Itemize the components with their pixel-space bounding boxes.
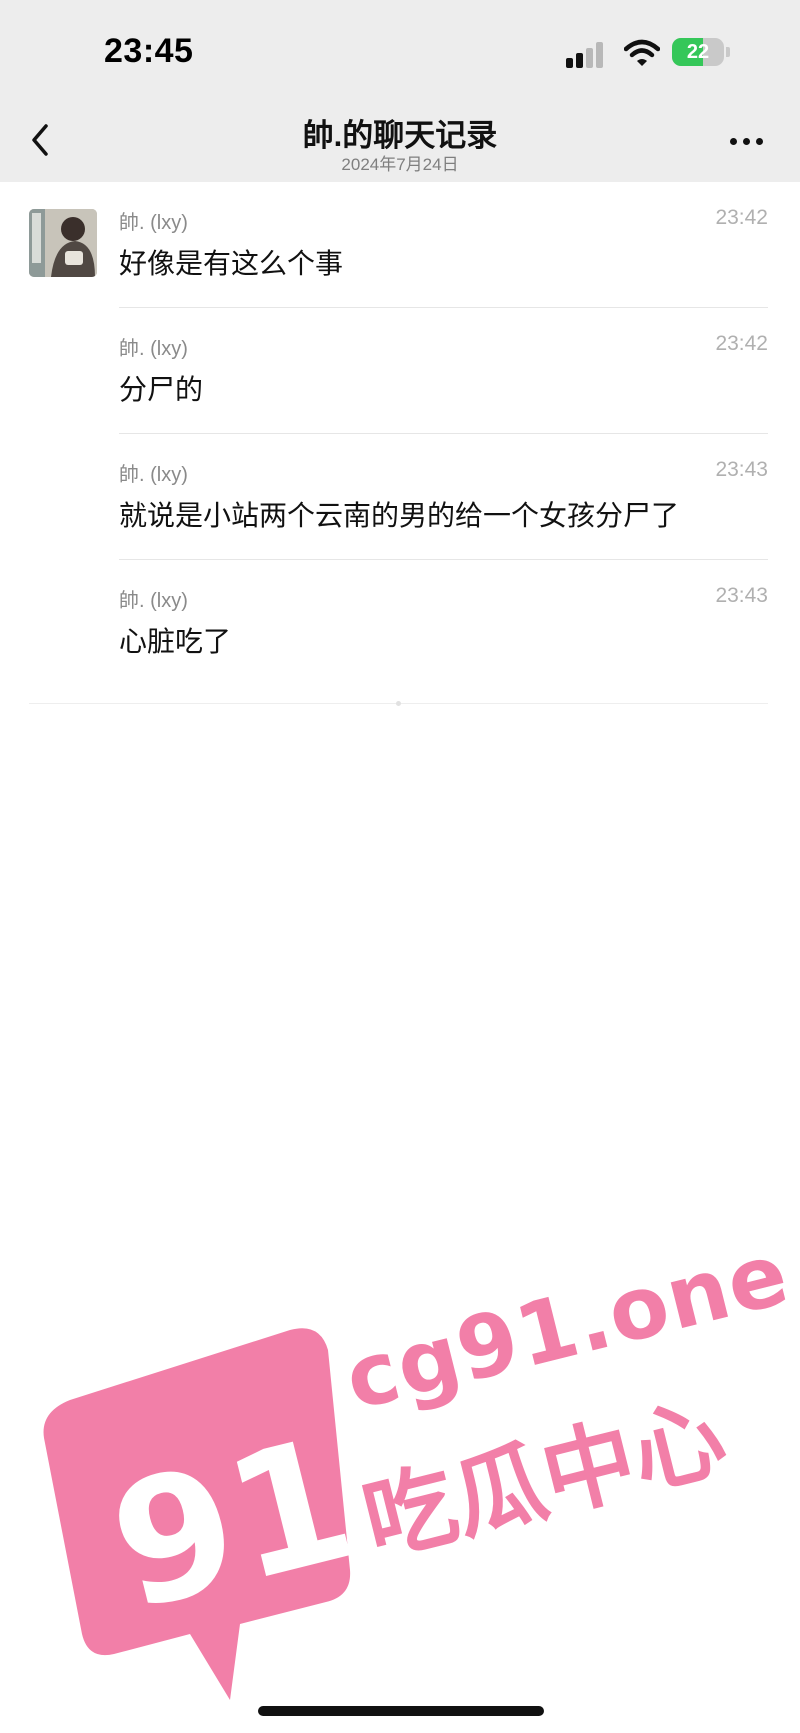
- cellular-signal-icon: [566, 40, 610, 68]
- message-item[interactable]: 帥. (lxy) 23:42 分尸的: [0, 308, 800, 434]
- nav-bar: 帥.的聊天记录 2024年7月24日: [0, 100, 800, 182]
- message-text: 分尸的: [119, 374, 204, 405]
- message-text: 就说是小站两个云南的男的给一个女孩分尸了: [119, 500, 680, 531]
- wifi-icon: [624, 39, 660, 66]
- sender-name: 帥. (lxy): [119, 590, 188, 612]
- sender-name: 帥. (lxy): [119, 464, 188, 486]
- status-bar: 23:45 22: [0, 0, 800, 100]
- watermark-logo: 91: [43, 1328, 360, 1700]
- page-subtitle-date: 2024年7月24日: [341, 155, 459, 174]
- message-time: 23:43: [715, 458, 768, 481]
- list-end-dot: [396, 701, 401, 706]
- battery-icon: 22: [672, 38, 732, 68]
- message-item[interactable]: 帥. (lxy) 23:43 就说是小站两个云南的男的给一个女孩分尸了: [0, 434, 800, 560]
- home-indicator: [258, 1706, 544, 1716]
- message-time: 23:42: [715, 332, 768, 355]
- more-horizontal-icon[interactable]: [728, 130, 766, 150]
- message-time: 23:43: [715, 584, 768, 607]
- battery-level: 22: [686, 41, 710, 63]
- message-text: 心脏吃了: [119, 626, 232, 657]
- status-time: 23:45: [104, 32, 194, 70]
- avatar[interactable]: [29, 209, 97, 277]
- message-item[interactable]: 帥. (lxy) 23:42 好像是有这么个事: [0, 182, 800, 308]
- message-time: 23:42: [715, 206, 768, 229]
- sender-name: 帥. (lxy): [119, 338, 188, 360]
- sender-name: 帥. (lxy): [119, 212, 188, 234]
- page-title: 帥.的聊天记录: [302, 118, 498, 153]
- message-text: 好像是有这么个事: [119, 248, 344, 279]
- message-item[interactable]: 帥. (lxy) 23:43 心脏吃了: [0, 560, 800, 686]
